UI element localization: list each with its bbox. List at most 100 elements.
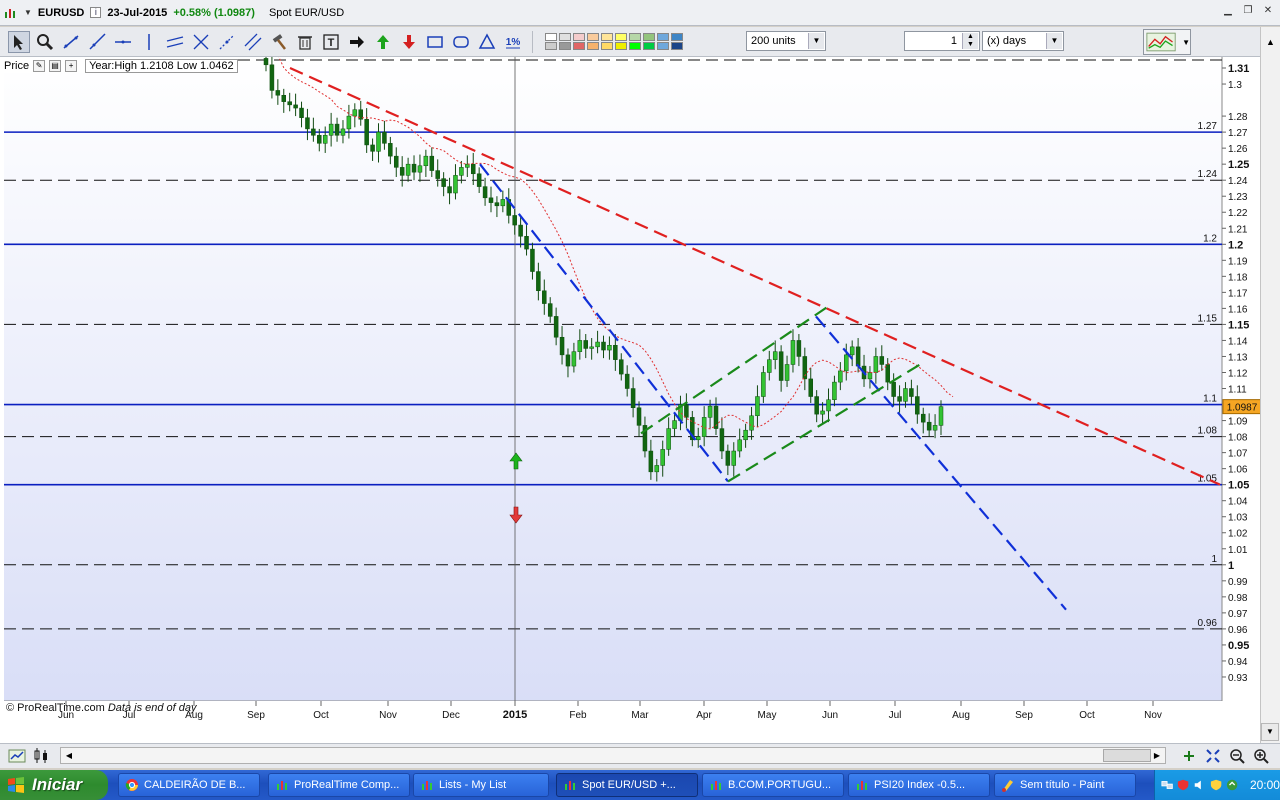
shield-icon[interactable]	[1210, 778, 1222, 792]
color-swatch[interactable]	[643, 42, 655, 50]
candle-body	[648, 450, 654, 473]
line-tool[interactable]	[60, 31, 82, 53]
color-swatch[interactable]	[671, 33, 683, 41]
cursor-tool[interactable]	[8, 30, 30, 53]
color-palette[interactable]	[545, 33, 683, 50]
symbol-name[interactable]: EURUSD	[38, 7, 84, 19]
color-swatch[interactable]	[545, 33, 557, 41]
arrow-right-tool[interactable]	[346, 31, 368, 53]
channel-tool[interactable]	[164, 31, 186, 53]
wrench-icon[interactable]: ✎	[33, 60, 46, 72]
candle-body	[790, 340, 796, 365]
color-swatch[interactable]	[657, 33, 669, 41]
candle-body	[844, 354, 849, 372]
taskbar-item[interactable]: CALDEIRÃO DE B...	[118, 773, 260, 797]
color-swatch[interactable]	[615, 33, 627, 41]
percent-tool[interactable]: 1%	[502, 31, 524, 53]
y-tick-label: 1.23	[1228, 192, 1248, 203]
update-icon[interactable]	[1226, 778, 1238, 792]
color-swatch[interactable]	[657, 42, 669, 50]
candle-type-icon[interactable]	[32, 747, 50, 765]
chevron-down-icon[interactable]: ▼	[1046, 33, 1062, 49]
security-icon[interactable]	[1177, 778, 1189, 792]
candle-body	[891, 381, 896, 397]
horizontal-scrollbar[interactable]: ◀ ▶	[60, 747, 1166, 764]
candle-body	[619, 359, 624, 375]
horizontal-line-tool[interactable]	[112, 31, 134, 53]
parallel-tool[interactable]	[242, 31, 264, 53]
symbol-dropdown-icon[interactable]: ▼	[24, 8, 32, 17]
candle-body	[524, 236, 529, 250]
text-tool[interactable]: T	[320, 31, 342, 53]
price-chart[interactable]: 1.27 1.24 1.2 1.15 1.1 1.08 1.05 1 0.96 1.31 1.3 1.…	[0, 57, 1280, 743]
pan-icon[interactable]	[1180, 746, 1198, 766]
zoom-out-icon[interactable]	[1228, 746, 1246, 766]
color-swatch[interactable]	[573, 42, 585, 50]
period-unit-select[interactable]: (x) days ▼	[982, 31, 1064, 51]
restore-icon[interactable]: ❐	[1242, 5, 1254, 17]
indicators-icon	[1146, 32, 1176, 52]
scroll-right-icon[interactable]: ▶	[1150, 749, 1164, 762]
indicators-button[interactable]: ▼	[1143, 29, 1191, 55]
chevron-down-icon[interactable]: ▼	[808, 33, 824, 49]
spinner-icon[interactable]: ▲ ▼	[962, 33, 978, 49]
taskbar-item[interactable]: B.COM.PORTUGU...	[702, 773, 844, 797]
chart-canvas[interactable]: 1.27 1.24 1.2 1.15 1.1 1.08 1.05 1 0.96 1.31 1.3 1.…	[0, 57, 1260, 743]
taskbar-item[interactable]: ProRealTime Comp...	[268, 773, 410, 797]
minimize-icon[interactable]: ▁	[1222, 5, 1234, 17]
start-button[interactable]: Iniciar	[0, 770, 108, 800]
color-swatch[interactable]	[671, 42, 683, 50]
ellipse-icon	[453, 35, 469, 48]
color-swatch[interactable]	[545, 42, 557, 50]
fibonacci-tool[interactable]	[190, 31, 212, 53]
color-swatch[interactable]	[559, 33, 571, 41]
scroll-up-button[interactable]: ▲	[1260, 27, 1280, 57]
units-select[interactable]: 200 units ▼	[746, 31, 826, 51]
extend-tool[interactable]	[216, 31, 238, 53]
arrow-down-tool[interactable]	[398, 31, 420, 53]
taskbar-item[interactable]: Spot EUR/USD +...	[556, 773, 698, 797]
color-swatch[interactable]	[629, 33, 641, 41]
fit-icon[interactable]	[1204, 746, 1222, 766]
scroll-down-button[interactable]: ▼	[1261, 723, 1279, 741]
rectangle-tool[interactable]	[424, 31, 446, 53]
color-swatch[interactable]	[629, 42, 641, 50]
add-indicator-icon[interactable]: +	[65, 60, 78, 72]
y-tick-label: 1.07	[1228, 449, 1248, 460]
scroll-thumb[interactable]	[1103, 749, 1151, 762]
hammer-tool[interactable]	[268, 31, 290, 53]
network-icon[interactable]	[1161, 778, 1173, 792]
x-tick-label: May	[758, 710, 777, 721]
color-swatch[interactable]	[559, 42, 571, 50]
vertical-line-tool[interactable]	[138, 31, 160, 53]
ellipse-tool[interactable]	[450, 31, 472, 53]
chevron-down-icon[interactable]: ▼	[1182, 38, 1190, 47]
triangle-tool[interactable]	[476, 31, 498, 53]
vertical-scrollbar[interactable]: ▼	[1260, 57, 1280, 743]
trash-tool[interactable]	[294, 31, 316, 53]
color-swatch[interactable]	[601, 33, 613, 41]
volume-icon[interactable]	[1193, 778, 1205, 792]
color-swatch[interactable]	[615, 42, 627, 50]
taskbar-item[interactable]: Lists - My List	[413, 773, 549, 797]
prorealtime-icon	[711, 781, 721, 790]
arrow-up-tool[interactable]	[372, 31, 394, 53]
zoom-in-icon[interactable]	[1252, 746, 1270, 766]
properties-icon[interactable]: ▤	[49, 60, 62, 72]
zoom-tool[interactable]	[34, 31, 56, 53]
scroll-left-icon[interactable]: ◀	[62, 749, 76, 762]
color-swatch[interactable]	[587, 33, 599, 41]
period-input[interactable]: 1 ▲ ▼	[904, 31, 980, 51]
chart-settings-icon[interactable]	[8, 747, 26, 765]
taskbar-item[interactable]: Sem título - Paint	[994, 773, 1136, 797]
chart-icon[interactable]	[4, 6, 18, 20]
color-swatch[interactable]	[601, 42, 613, 50]
candle-body	[719, 428, 725, 452]
ray-tool[interactable]	[86, 31, 108, 53]
color-swatch[interactable]	[643, 33, 655, 41]
close-icon[interactable]: ✕	[1262, 5, 1274, 17]
color-swatch[interactable]	[573, 33, 585, 41]
color-swatch[interactable]	[587, 42, 599, 50]
info-icon[interactable]: i	[90, 7, 102, 18]
taskbar-item[interactable]: PSI20 Index -0.5...	[848, 773, 990, 797]
